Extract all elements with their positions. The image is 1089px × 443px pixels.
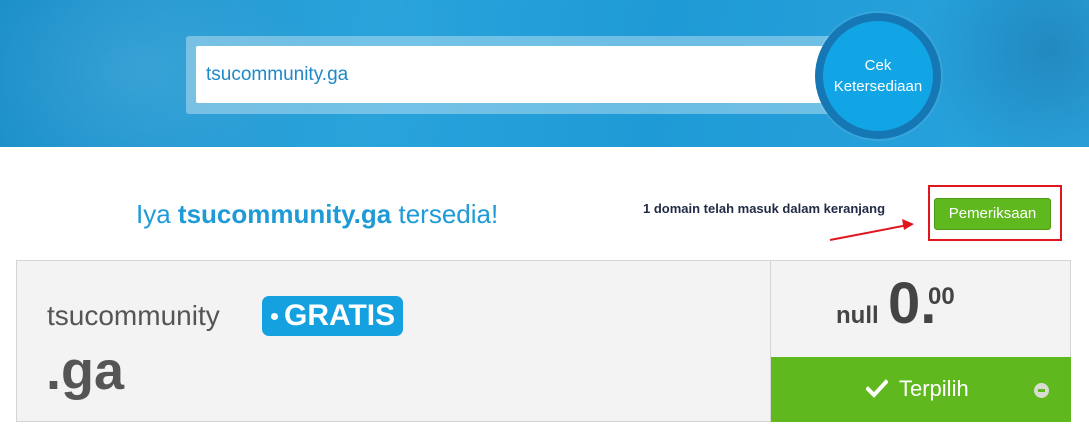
check-button-label-line1: Cek (864, 57, 892, 74)
annotation-arrow (829, 219, 914, 241)
availability-domain: tsucommunity.ga (177, 199, 392, 229)
domain-search-input[interactable] (196, 46, 832, 103)
price-currency: null (836, 302, 879, 329)
check-availability-button[interactable]: Cek Ketersediaan (823, 21, 933, 131)
domain-tld: .ga (46, 341, 125, 401)
check-icon (866, 379, 888, 398)
availability-prefix: Iya (136, 199, 178, 229)
free-badge-label: GRATIS (284, 299, 396, 332)
minus-circle-icon[interactable] (1034, 383, 1049, 398)
free-badge: GRATIS (262, 296, 404, 336)
selected-toggle-button[interactable]: Terpilih (771, 357, 1071, 422)
hero-background-shade-right (920, 0, 1089, 147)
availability-suffix: tersedia! (391, 199, 499, 229)
badge-dot-icon (271, 312, 278, 320)
availability-heading: Iya tsucommunity.ga tersedia! (136, 199, 498, 230)
selected-label: Terpilih (899, 376, 969, 401)
check-button-label-line2: Ketersediaan (833, 78, 923, 95)
checkout-button[interactable]: Pemeriksaan (934, 198, 1051, 230)
price-fraction: 00 (928, 283, 955, 310)
domain-name: tsucommunity (47, 300, 220, 331)
